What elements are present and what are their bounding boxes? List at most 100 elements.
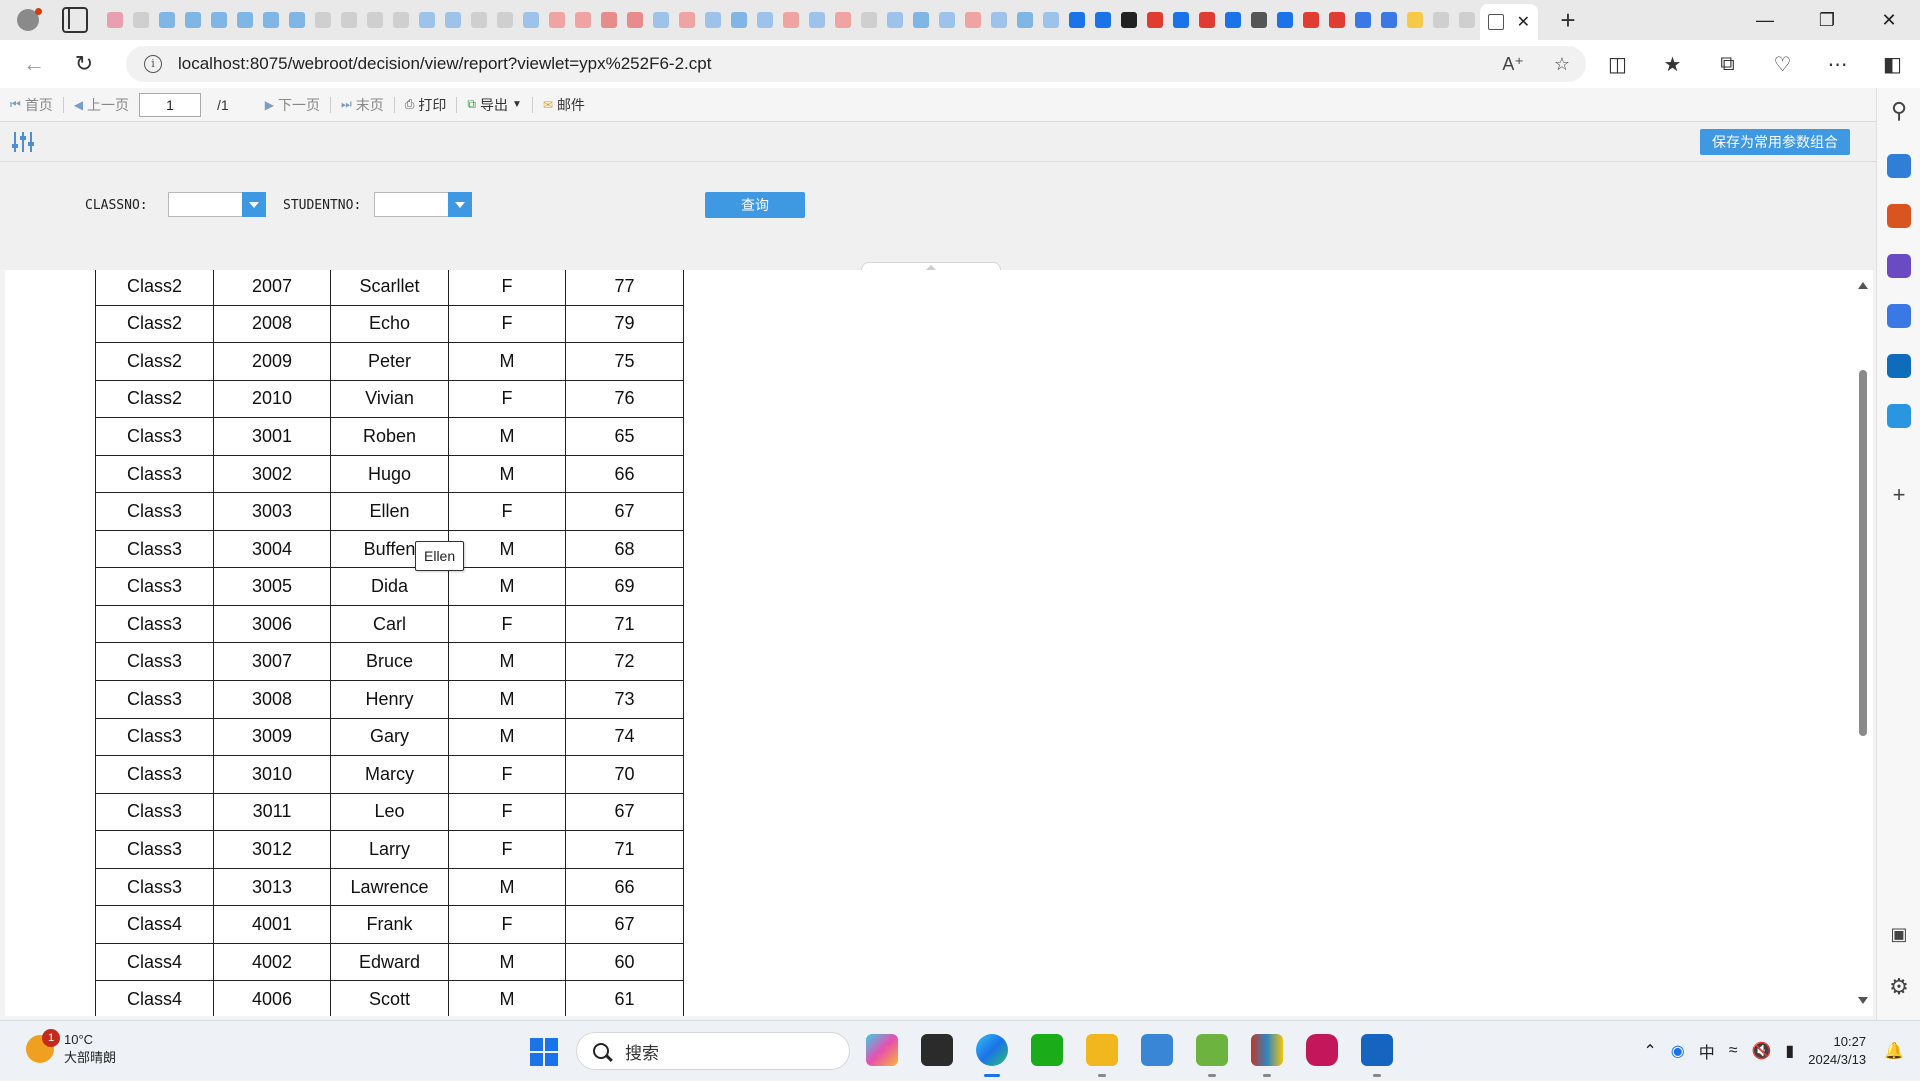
pinned-tab[interactable] (1246, 0, 1272, 40)
read-aloud-icon[interactable]: A⁺ (1502, 54, 1524, 75)
pinned-tab[interactable] (934, 0, 960, 40)
gender-cell[interactable]: M (448, 867, 566, 907)
studentno-cell[interactable]: 2008 (213, 304, 331, 344)
reload-button[interactable]: ↻ (64, 51, 104, 77)
file-explorer-icon[interactable] (1086, 1034, 1118, 1077)
gender-cell[interactable]: M (448, 642, 566, 682)
pinned-tab[interactable] (596, 0, 622, 40)
pinned-tab[interactable] (1402, 0, 1428, 40)
pinned-tab[interactable] (1376, 0, 1402, 40)
score-cell[interactable]: 67 (565, 905, 684, 944)
studentno-cell[interactable]: 4001 (213, 905, 331, 944)
classno-cell[interactable]: Class3 (95, 792, 214, 832)
name-cell[interactable]: Lawrence (330, 867, 449, 907)
name-cell[interactable]: Echo (330, 304, 449, 344)
scroll-up-arrow-icon[interactable] (1858, 282, 1868, 289)
name-cell[interactable]: Larry (330, 830, 449, 869)
gender-cell[interactable]: M (448, 454, 566, 494)
name-cell[interactable]: Scott (330, 980, 449, 1016)
edge-browser-icon[interactable] (976, 1034, 1008, 1077)
pinned-tab[interactable] (1324, 0, 1350, 40)
pinned-tab[interactable] (752, 0, 778, 40)
notification-bell-icon[interactable]: 🔔 (1884, 1041, 1904, 1061)
sidebar-tools-icon[interactable] (1887, 204, 1911, 228)
classno-cell[interactable]: Class3 (95, 755, 214, 794)
mail-button[interactable]: ✉ 邮件 (543, 95, 585, 115)
score-cell[interactable]: 76 (565, 379, 684, 419)
pinned-tab[interactable] (1454, 0, 1480, 40)
archive-app-icon[interactable] (1251, 1034, 1283, 1077)
url-field[interactable]: i localhost:8075/webroot/decision/view/r… (126, 46, 1586, 82)
studentno-cell[interactable]: 2007 (213, 270, 331, 306)
classno-cell[interactable]: Class2 (95, 270, 214, 306)
studentno-cell[interactable]: 3002 (213, 454, 331, 494)
pinned-tab[interactable] (1168, 0, 1194, 40)
pinned-tab[interactable] (440, 0, 466, 40)
save-parameter-combination-button[interactable]: 保存为常用参数组合 (1700, 129, 1850, 155)
score-cell[interactable]: 61 (565, 980, 684, 1016)
pinned-tab[interactable] (466, 0, 492, 40)
sidebar-toggle-icon[interactable]: ◧ (1865, 52, 1920, 77)
gender-cell[interactable]: M (448, 942, 566, 982)
sidebar-outlook-icon[interactable] (1887, 354, 1911, 378)
prev-page-button[interactable]: ◀ 上一页 (74, 95, 129, 115)
browser-essentials-icon[interactable]: ♡ (1755, 52, 1810, 77)
classno-dropdown-icon[interactable] (242, 192, 266, 217)
pinned-tab[interactable] (726, 0, 752, 40)
folder-app-icon[interactable] (1141, 1034, 1173, 1066)
site-info-icon[interactable]: i (144, 55, 162, 73)
pinned-tab[interactable] (1116, 0, 1142, 40)
scroll-thumb[interactable] (1859, 370, 1867, 736)
last-page-button[interactable]: ⏭ 末页 (341, 95, 384, 115)
score-cell[interactable]: 65 (565, 417, 684, 456)
score-cell[interactable]: 67 (565, 792, 684, 832)
score-cell[interactable]: 74 (565, 717, 684, 757)
gender-cell[interactable]: M (448, 342, 566, 381)
scroll-down-arrow-icon[interactable] (1858, 997, 1868, 1004)
sidebar-shopping-icon[interactable] (1887, 154, 1911, 178)
print-button[interactable]: ⎙ 打印 (405, 95, 447, 115)
favorites-icon[interactable]: ★ (1645, 52, 1700, 77)
classno-cell[interactable]: Class2 (95, 304, 214, 344)
name-cell[interactable]: Frank (330, 905, 449, 944)
pinned-tab[interactable] (310, 0, 336, 40)
volume-muted-icon[interactable]: 🔇 (1752, 1041, 1772, 1061)
pinned-tab[interactable] (570, 0, 596, 40)
pinned-tab[interactable] (674, 0, 700, 40)
pinned-tab[interactable] (1142, 0, 1168, 40)
gender-cell[interactable]: M (448, 567, 566, 606)
pinned-tab[interactable] (622, 0, 648, 40)
pinned-tab[interactable] (206, 0, 232, 40)
pinned-tab[interactable] (102, 0, 128, 40)
score-cell[interactable]: 66 (565, 867, 684, 907)
classno-cell[interactable]: Class3 (95, 867, 214, 907)
editor-app-icon[interactable] (1196, 1034, 1228, 1077)
studentno-cell[interactable]: 3003 (213, 492, 331, 531)
more-menu-icon[interactable]: ⋯ (1810, 52, 1865, 77)
name-cell[interactable]: Vivian (330, 379, 449, 419)
close-window-button[interactable]: ✕ (1858, 0, 1920, 40)
classno-cell[interactable]: Class3 (95, 417, 214, 456)
gender-cell[interactable]: F (448, 304, 566, 344)
gender-cell[interactable]: F (448, 379, 566, 419)
pinned-tab[interactable] (128, 0, 154, 40)
studentno-cell[interactable]: 3011 (213, 792, 331, 832)
classno-cell[interactable]: Class3 (95, 454, 214, 494)
sidebar-search-icon[interactable]: ⚲ (1877, 98, 1920, 124)
pinned-tab[interactable] (388, 0, 414, 40)
classno-cell[interactable]: Class3 (95, 830, 214, 869)
pinned-tab[interactable] (154, 0, 180, 40)
pinned-tab[interactable] (804, 0, 830, 40)
pinned-tab[interactable] (986, 0, 1012, 40)
gender-cell[interactable]: F (448, 492, 566, 531)
pinned-tab[interactable] (336, 0, 362, 40)
export-button[interactable]: ⧉ 导出 ▼ (467, 95, 521, 115)
wifi-icon[interactable]: ≈ (1729, 1042, 1738, 1060)
input-method-indicator[interactable]: 中 (1699, 1039, 1715, 1063)
score-cell[interactable]: 68 (565, 529, 684, 569)
classno-cell[interactable]: Class2 (95, 379, 214, 419)
name-cell[interactable]: Leo (330, 792, 449, 832)
name-cell[interactable]: Peter (330, 342, 449, 381)
name-cell[interactable]: Marcy (330, 755, 449, 794)
back-button[interactable]: ← (14, 51, 54, 77)
